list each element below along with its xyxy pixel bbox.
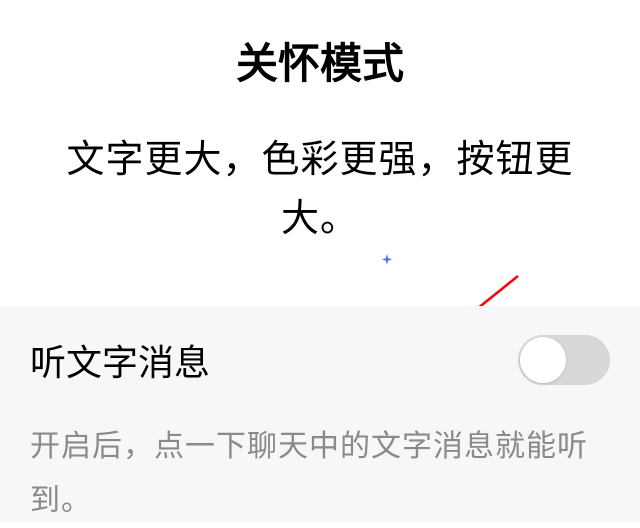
page-title: 关怀模式 bbox=[0, 30, 640, 91]
page-subtitle: 文字更大，色彩更强，按钮更大。 bbox=[0, 91, 640, 249]
setting-row-listen-text: 听文字消息 bbox=[30, 334, 610, 386]
setting-title: 听文字消息 bbox=[30, 334, 210, 386]
page-header: 关怀模式 bbox=[0, 0, 640, 91]
settings-section: 听文字消息 开启后，点一下聊天中的文字消息就能听到。 bbox=[0, 306, 640, 522]
listen-text-toggle[interactable] bbox=[518, 335, 610, 385]
subtitle-text: 文字更大，色彩更强，按钮更大。 bbox=[40, 131, 600, 249]
toggle-knob bbox=[520, 337, 566, 383]
sparkle-icon bbox=[380, 253, 394, 267]
setting-description: 开启后，点一下聊天中的文字消息就能听到。 bbox=[30, 420, 610, 528]
